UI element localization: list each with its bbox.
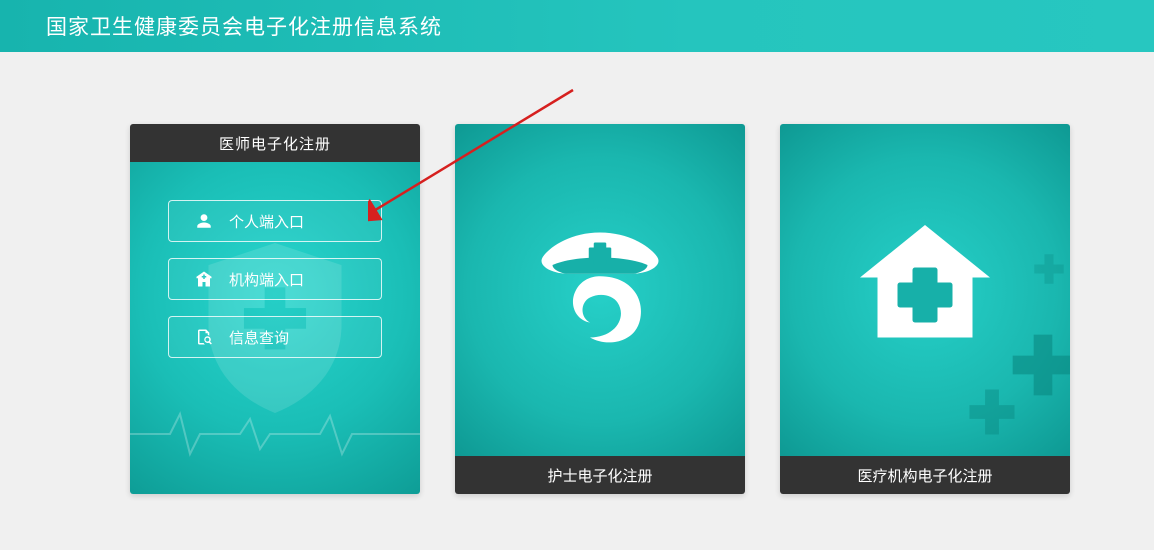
card-org-body (780, 124, 1070, 456)
info-query-label: 信息查询 (229, 327, 289, 348)
card-nurse-footer: 护士电子化注册 (455, 456, 745, 494)
card-doctor: 医师电子化注册 个人端入口 (130, 124, 420, 494)
plus-decoration-icon (1032, 252, 1066, 286)
top-banner: 国家卫生健康委员会电子化注册信息系统 (0, 0, 1154, 52)
personal-entry-button[interactable]: 个人端入口 (168, 200, 382, 242)
org-entry-label: 机构端入口 (229, 269, 304, 290)
plus-decoration-icon (966, 386, 1018, 438)
hospital-icon (195, 270, 213, 288)
personal-entry-label: 个人端入口 (229, 211, 304, 232)
search-doc-icon (195, 328, 213, 346)
user-icon (195, 212, 213, 230)
banner-title: 国家卫生健康委员会电子化注册信息系统 (46, 11, 442, 41)
card-doctor-header: 医师电子化注册 (130, 124, 420, 162)
hospital-house-icon (850, 208, 1000, 358)
card-row: 医师电子化注册 个人端入口 (130, 124, 1154, 494)
info-query-button[interactable]: 信息查询 (168, 316, 382, 358)
card-org-footer: 医疗机构电子化注册 (780, 456, 1070, 494)
card-nurse-body (455, 124, 745, 456)
card-org[interactable]: 医疗机构电子化注册 (780, 124, 1070, 494)
card-nurse[interactable]: 护士电子化注册 (455, 124, 745, 494)
org-entry-button[interactable]: 机构端入口 (168, 258, 382, 300)
nurse-cap-icon (525, 208, 675, 358)
card-doctor-body: 个人端入口 机构端入口 信息查询 (130, 162, 420, 494)
ecg-line-icon (130, 404, 420, 464)
